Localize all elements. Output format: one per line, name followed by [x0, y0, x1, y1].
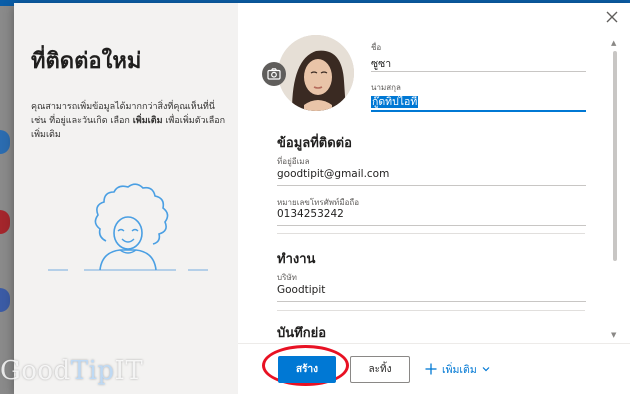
- scroll-up-arrow[interactable]: ▲: [611, 39, 616, 47]
- background-badge: [0, 288, 10, 312]
- watermark: GoodTipIT: [0, 356, 144, 386]
- discard-button[interactable]: ละทิ้ง: [350, 356, 410, 383]
- contact-info-heading: ข้อมูลที่ติดต่อ: [277, 136, 352, 151]
- section-divider: [277, 310, 585, 311]
- section-divider: [277, 233, 585, 234]
- first-name-label: ชื่อ: [371, 43, 382, 52]
- background-badge: [0, 130, 10, 154]
- dialog-description: คุณสามารถเพิ่มข้อมูลได้มากกว่าสิ่งที่คุณ…: [31, 102, 226, 140]
- dialog-info-pane: ที่ติดต่อใหม่ คุณสามารถเพิ่มข้อมูลได้มาก…: [14, 3, 238, 394]
- phone-input[interactable]: 0134253242: [277, 208, 344, 220]
- scroll-down-arrow[interactable]: ▼: [611, 331, 616, 339]
- company-label: บริษัท: [277, 273, 297, 282]
- new-contact-dialog: ที่ติดต่อใหม่ คุณสามารถเพิ่มข้อมูลได้มาก…: [14, 3, 630, 394]
- company-underline: [277, 301, 586, 302]
- more-options-label: เพิ่มเติม: [442, 363, 477, 376]
- phone-underline: [277, 225, 586, 226]
- close-icon[interactable]: [604, 9, 620, 25]
- contact-avatar: [278, 35, 354, 111]
- change-photo-button[interactable]: [262, 62, 286, 86]
- company-input[interactable]: Goodtipit: [277, 284, 325, 296]
- notes-heading: บันทึกย่อ: [277, 326, 327, 341]
- email-input[interactable]: goodtipit@gmail.com: [277, 168, 389, 180]
- email-label: ที่อยู่อีเมล: [277, 157, 310, 166]
- avatar-photo: [278, 35, 354, 111]
- dialog-title: ที่ติดต่อใหม่: [31, 49, 142, 74]
- camera-icon: [267, 68, 281, 80]
- first-name-underline: [371, 71, 586, 72]
- scrollbar-thumb[interactable]: [613, 51, 617, 261]
- work-heading: ทำงาน: [277, 252, 316, 267]
- plus-icon: [425, 363, 437, 375]
- more-options-button[interactable]: เพิ่มเติม: [424, 359, 491, 379]
- create-button[interactable]: สร้าง: [278, 356, 336, 383]
- background-badge: [0, 210, 10, 234]
- email-underline: [277, 185, 586, 186]
- last-name-underline: [371, 110, 586, 112]
- background-app-left-edge: [0, 6, 14, 394]
- person-illustration: [48, 183, 208, 272]
- last-name-selected-text: กู๊ดทิปไอที: [371, 96, 419, 108]
- chevron-down-icon: [482, 367, 490, 372]
- last-name-input[interactable]: กู๊ดทิปไอที: [371, 93, 419, 110]
- first-name-input[interactable]: ซูซา: [371, 55, 391, 72]
